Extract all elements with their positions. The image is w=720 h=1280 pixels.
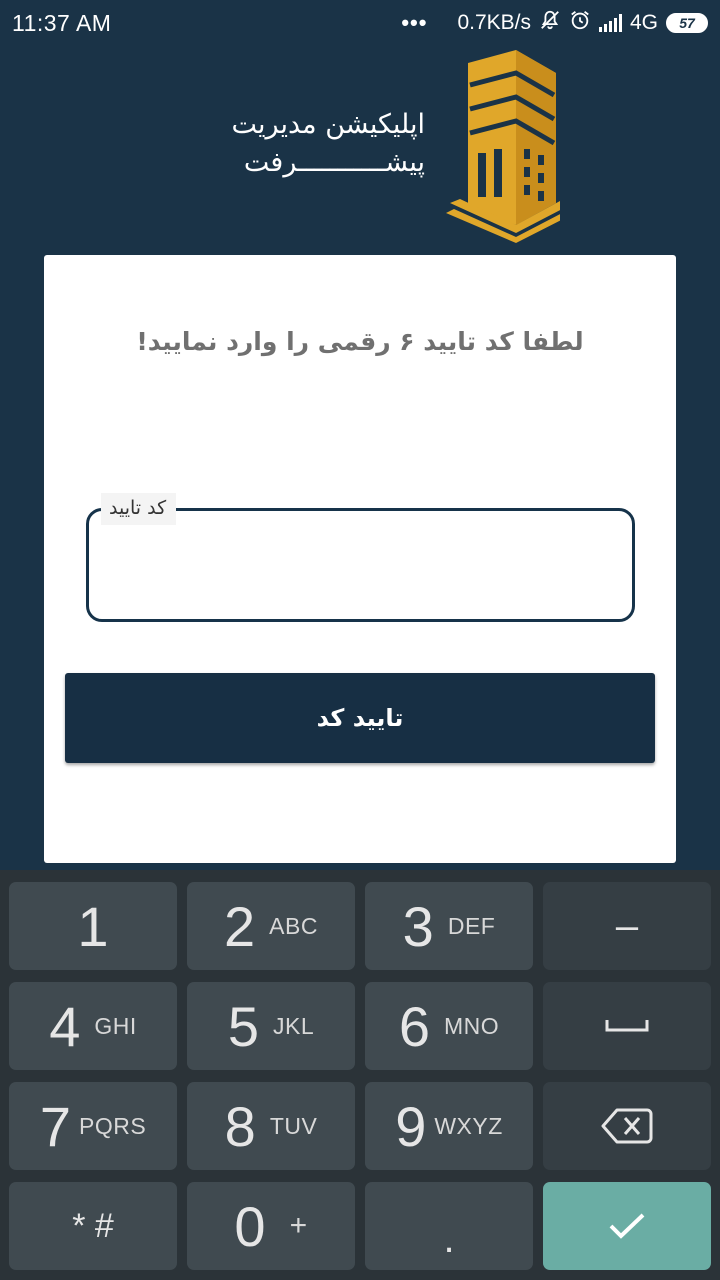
key-6[interactable]: 6 MNO: [365, 982, 533, 1070]
key-2-letters: ABC: [269, 912, 318, 939]
key-5-letters: JKL: [273, 1012, 315, 1039]
key-8[interactable]: 8 TUV: [187, 1082, 355, 1170]
key-6-letters: MNO: [443, 1012, 500, 1039]
key-2-digit: 2: [224, 894, 256, 958]
logo-text: اپلیکیشن مدیریت پیشـــــــــــرفت: [232, 107, 425, 183]
key-5-digit: 5: [227, 994, 259, 1058]
key-7-letters: PQRS: [78, 1112, 147, 1139]
key-4-letters: GHI: [94, 1012, 137, 1039]
star-hash-label: * #: [72, 1206, 114, 1245]
key-1-digit: 1: [77, 894, 109, 958]
key-period[interactable]: .: [365, 1182, 533, 1270]
verification-card: لطفا کد تایید ۶ رقمی را وارد نمایید! کد …: [44, 255, 676, 863]
key-4-digit: 4: [49, 994, 81, 1058]
space-icon: [605, 1020, 649, 1032]
key-space[interactable]: [543, 982, 711, 1070]
alarm-icon: [569, 9, 591, 37]
key-3-letters: DEF: [447, 912, 496, 939]
key-9-digit: 9: [395, 1094, 427, 1158]
key-3[interactable]: 3 DEF: [365, 882, 533, 970]
app-logo: اپلیکیشن مدیریت پیشـــــــــــرفت: [190, 45, 560, 245]
numeric-keyboard: 1 2 ABC 3 DEF – 4 GHI 5 JKL 6 MNO 7 PQRS…: [0, 870, 720, 1280]
signal-icon: [598, 14, 622, 32]
backspace-icon: [601, 1108, 653, 1144]
key-7-digit: 7: [39, 1094, 71, 1158]
logo-line-2: پیشـــــــــــرفت: [243, 147, 425, 178]
status-icons: ••• 0.7KB/s 4G 57: [401, 9, 708, 37]
key-4[interactable]: 4 GHI: [9, 982, 177, 1070]
logo-line-1: اپلیکیشن مدیریت: [231, 109, 425, 140]
key-5[interactable]: 5 JKL: [187, 982, 355, 1070]
verification-code-input[interactable]: [86, 508, 635, 622]
key-backspace[interactable]: [543, 1082, 711, 1170]
key-6-digit: 6: [398, 994, 430, 1058]
key-done[interactable]: [543, 1182, 711, 1270]
network-type: 4G: [629, 11, 658, 34]
key-0-digit: 0: [234, 1194, 266, 1258]
key-9-letters: WXYZ: [434, 1112, 503, 1139]
network-speed: 0.7KB/s: [457, 11, 531, 34]
minus-label: –: [615, 903, 639, 948]
more-dots-icon: •••: [401, 10, 428, 35]
battery-icon: 57: [666, 13, 708, 33]
key-2[interactable]: 2 ABC: [187, 882, 355, 970]
verification-code-label: کد تایید: [101, 493, 177, 525]
mute-icon: [539, 9, 561, 37]
checkmark-icon: [609, 1213, 645, 1239]
building-icon: [446, 50, 560, 243]
key-0[interactable]: 0 +: [187, 1182, 355, 1270]
period-label: .: [443, 1216, 455, 1261]
status-bar: 11:37 AM ••• 0.7KB/s 4G 57: [0, 0, 720, 46]
key-0-letters: +: [289, 1209, 308, 1242]
confirm-code-button[interactable]: تایید کد: [65, 673, 655, 763]
key-3-digit: 3: [402, 894, 434, 958]
key-star-hash[interactable]: * #: [9, 1182, 177, 1270]
key-8-digit: 8: [224, 1094, 256, 1158]
key-8-letters: TUV: [269, 1112, 318, 1139]
instruction-heading: لطفا کد تایید ۶ رقمی را وارد نمایید!: [136, 327, 584, 356]
key-1[interactable]: 1: [9, 882, 177, 970]
status-time: 11:37 AM: [12, 10, 112, 36]
key-9[interactable]: 9 WXYZ: [365, 1082, 533, 1170]
key-minus[interactable]: –: [543, 882, 711, 970]
key-7[interactable]: 7 PQRS: [9, 1082, 177, 1170]
